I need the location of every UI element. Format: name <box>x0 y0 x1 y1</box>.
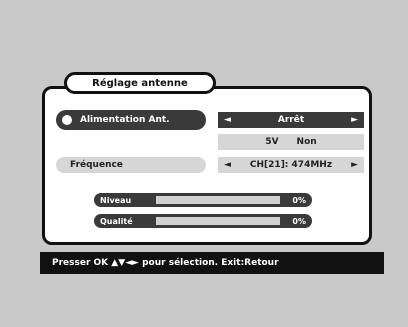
antenna-power-label: Alimentation Ant. <box>80 115 170 125</box>
radio-dot-icon <box>62 115 72 125</box>
voltage-state: Non <box>296 137 317 147</box>
page-title: Réglage antenne <box>64 72 216 94</box>
right-arrow-icon[interactable]: ► <box>351 160 358 170</box>
frequency-label[interactable]: Fréquence <box>56 157 206 173</box>
antenna-voltage-row: 5V Non <box>218 134 364 150</box>
voltage-value: 5V <box>265 137 279 147</box>
left-arrow-icon[interactable]: ◄ <box>224 160 231 170</box>
signal-level-track <box>156 196 280 204</box>
signal-level-meter: Niveau 0% <box>94 193 312 207</box>
signal-level-label: Niveau <box>100 195 132 205</box>
signal-quality-meter: Qualité 0% <box>94 214 312 228</box>
help-bar: Presser OK ▲▼◄► pour sélection. Exit:Ret… <box>40 252 384 274</box>
frequency-value: CH[21]: 474MHz <box>249 160 333 170</box>
antenna-power-button[interactable]: Alimentation Ant. <box>56 110 206 130</box>
antenna-power-value: Arrêt <box>277 115 305 125</box>
signal-quality-track <box>156 217 280 225</box>
signal-quality-label: Qualité <box>100 216 133 226</box>
frequency-selector[interactable]: ◄ CH[21]: 474MHz ► <box>218 157 364 173</box>
help-text: Presser OK ▲▼◄► pour sélection. Exit:Ret… <box>52 258 279 268</box>
antenna-power-selector[interactable]: ◄ Arrêt ► <box>218 112 364 128</box>
right-arrow-icon[interactable]: ► <box>351 115 358 125</box>
tv-screen: Réglage antenne Alimentation Ant. ◄ Arrê… <box>0 0 408 327</box>
signal-quality-value: 0% <box>292 216 306 226</box>
signal-level-value: 0% <box>292 195 306 205</box>
left-arrow-icon[interactable]: ◄ <box>224 115 231 125</box>
